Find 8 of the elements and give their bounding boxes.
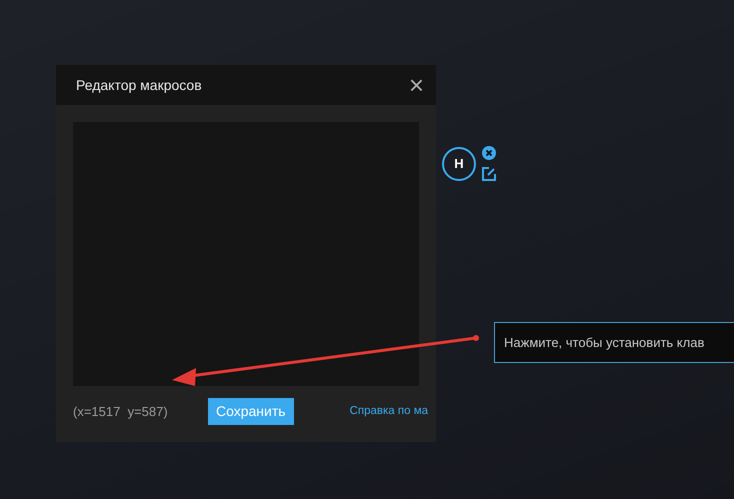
close-button[interactable]: ×: [406, 72, 426, 98]
edit-icon[interactable]: [482, 167, 496, 181]
help-link[interactable]: Справка по ма: [350, 402, 428, 420]
tooltip: Нажмите, чтобы установить клав: [494, 322, 734, 363]
window-title: Редактор макросов: [76, 76, 202, 95]
key-node[interactable]: H: [442, 147, 476, 181]
delete-icon[interactable]: [482, 146, 496, 160]
coordinates-text: (x=1517 y=587): [73, 402, 169, 421]
